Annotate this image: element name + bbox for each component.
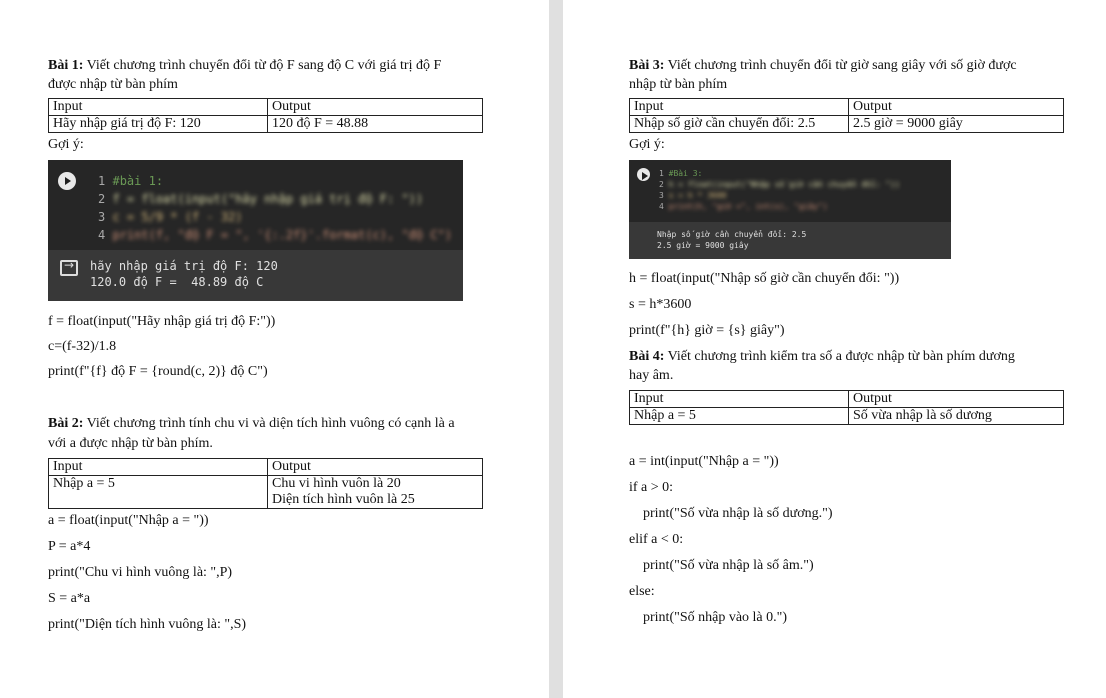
bai4-code-line: if a > 0: — [629, 480, 674, 495]
table-row: Hãy nhập giá trị độ F: 120 120 độ F = 48… — [48, 115, 483, 133]
table-cell-input: Nhập a = 5 — [629, 407, 849, 425]
bai3-title: Bài 3: — [629, 58, 665, 73]
bai3-description-line1: Bài 3: Viết chương trình chuyển đổi từ g… — [629, 58, 1017, 73]
run-button-icon — [58, 172, 76, 190]
notebook-output-line-2: 120.0 độ F = 48.89 độ C — [90, 275, 264, 289]
table-cell-output: Chu vi hình vuôn là 20 Diện tích hình vuô… — [267, 475, 483, 509]
table-header-input: Input — [48, 98, 268, 116]
bai3-hint-label: Gợi ý: — [629, 137, 665, 152]
left-page: Bài 1: Viết chương trình chuyển đổi từ đ… — [0, 0, 549, 698]
bai1-title: Bài 1: — [48, 58, 84, 73]
table-cell-output: 2.5 giờ = 9000 giây — [848, 115, 1064, 133]
bai3-description-line2: nhập từ bàn phím — [629, 77, 728, 92]
table-header-input: Input — [629, 98, 849, 116]
table-header-input: Input — [629, 390, 849, 408]
notebook-output-line-1: hãy nhập giá trị độ F: 120 — [90, 259, 278, 273]
notebook-line-4: 4 print(f, "độ F = ", '{:.2f}'.format(c)… — [98, 228, 453, 242]
table-row: Nhập a = 5 Chu vi hình vuôn là 20 Diện tí… — [48, 475, 483, 509]
table-row: Nhập số giờ cần chuyển đổi: 2.5 2.5 giờ … — [629, 115, 1064, 133]
bai2-code-line: print("Diện tích hình vuông là: ",S) — [48, 617, 247, 632]
bai2-code-line: print("Chu vi hình vuông là: ",P) — [48, 565, 233, 580]
right-page: Bài 3: Viết chương trình chuyển đổi từ g… — [563, 0, 1106, 698]
bai1-code-line: print(f"{f} độ F = {round(c, 2)} độ C") — [48, 364, 268, 379]
bai2-code-line: P = a*4 — [48, 539, 91, 554]
bai4-code-line: else: — [629, 584, 655, 599]
notebook-output-line-2: 2.5 giờ = 9000 giây — [657, 241, 749, 250]
table-cell-output: 120 độ F = 48.88 — [267, 115, 483, 133]
notebook-code-cell: 1 #Bài 3: 2 h = float(input("Nhập số giờ… — [629, 160, 951, 222]
bai3-code-line: print(f"{h} giờ = {s} giây") — [629, 323, 785, 338]
table-header-row: Input Output — [48, 98, 483, 116]
table-header-output: Output — [848, 98, 1064, 116]
bai1-description-line2: được nhập từ bàn phím — [48, 77, 178, 92]
bai2-code-line: S = a*a — [48, 591, 91, 606]
table-cell-input: Nhập số giờ cần chuyển đổi: 2.5 — [629, 115, 849, 133]
table-header-output: Output — [267, 98, 483, 116]
bai3-io-table: Input Output Nhập số giờ cần chuyển đổi:… — [629, 98, 1064, 133]
table-header-output: Output — [267, 458, 483, 476]
bai2-title: Bài 2: — [48, 416, 84, 431]
bai4-code-line: print("Số vừa nhập là số âm.") — [629, 558, 814, 573]
bai4-description-line1: Bài 4: Viết chương trình kiểm tra số a đ… — [629, 349, 1015, 364]
bai4-code-line: a = int(input("Nhập a = ")) — [629, 454, 779, 469]
bai4-io-table: Input Output Nhập a = 5 Số vừa nhập là s… — [629, 390, 1064, 425]
notebook-output-cell: Nhập số giờ cần chuyển đổi: 2.5 2.5 giờ … — [629, 222, 951, 259]
bai4-title: Bài 4: — [629, 349, 665, 364]
notebook-output-line-1: Nhập số giờ cần chuyển đổi: 2.5 — [657, 230, 807, 239]
bai3-code-line: s = h*3600 — [629, 297, 692, 312]
table-header-input: Input — [48, 458, 268, 476]
bai4-code-line: print("Số nhập vào là 0.") — [629, 610, 788, 625]
bai2-description-line1: Bài 2: Viết chương trình tính chu vi và … — [48, 416, 455, 431]
table-header-row: Input Output — [48, 458, 483, 476]
table-header-row: Input Output — [629, 98, 1064, 116]
bai3-notebook-screenshot: 1 #Bài 3: 2 h = float(input("Nhập số giờ… — [629, 160, 951, 259]
bai1-code-line: c=(f-32)/1.8 — [48, 339, 117, 354]
page-gutter — [549, 0, 563, 698]
notebook-output-cell: hãy nhập giá trị độ F: 120 120.0 độ F = … — [48, 250, 463, 301]
bai4-code-line: elif a < 0: — [629, 532, 684, 547]
output-icon — [60, 258, 78, 276]
bai1-description-line1: Bài 1: Viết chương trình chuyển đổi từ đ… — [48, 58, 442, 73]
bai2-io-table: Input Output Nhập a = 5 Chu vi hình vuôn… — [48, 458, 483, 509]
notebook-line-2: 2 h = float(input("Nhập số giờ cần chuyể… — [659, 180, 900, 189]
table-cell-input: Hãy nhập giá trị độ F: 120 — [48, 115, 268, 133]
bai1-notebook-screenshot: 1 #bài 1: 2 f = float(input("hãy nhập gi… — [48, 160, 463, 301]
notebook-code-cell: 1 #bài 1: 2 f = float(input("hãy nhập gi… — [48, 160, 463, 250]
table-cell-output: Số vừa nhập là số dương — [848, 407, 1064, 425]
table-header-row: Input Output — [629, 390, 1064, 408]
notebook-line-1: 1 #Bài 3: — [659, 169, 703, 178]
run-button-icon — [637, 168, 650, 181]
bai3-code-line: h = float(input("Nhập số giờ cần chuyển … — [629, 271, 900, 286]
bai2-code-line: a = float(input("Nhập a = ")) — [48, 513, 209, 528]
table-row: Nhập a = 5 Số vừa nhập là số dương — [629, 407, 1064, 425]
notebook-line-3: 3 c = 5/9 * (f - 32) — [98, 210, 243, 224]
bai4-description-line2: hay âm. — [629, 368, 674, 383]
bai1-code-line: f = float(input("Hãy nhập giá trị độ F:"… — [48, 314, 276, 329]
bai1-io-table: Input Output Hãy nhập giá trị độ F: 120 … — [48, 98, 483, 133]
bai4-code-line: print("Số vừa nhập là số dương.") — [629, 506, 833, 521]
notebook-line-1: 1 #bài 1: — [98, 174, 164, 188]
table-cell-input: Nhập a = 5 — [48, 475, 268, 509]
notebook-line-3: 3 s = h * 3600 — [659, 191, 727, 200]
notebook-line-2: 2 f = float(input("hãy nhập giá trị độ F… — [98, 192, 424, 206]
bai1-hint-label: Gợi ý: — [48, 137, 84, 152]
notebook-line-4: 4 print(h, "giờ =", int(s), "giây") — [659, 202, 828, 211]
bai2-description-line2: với a được nhập từ bàn phím. — [48, 436, 213, 451]
table-header-output: Output — [848, 390, 1064, 408]
